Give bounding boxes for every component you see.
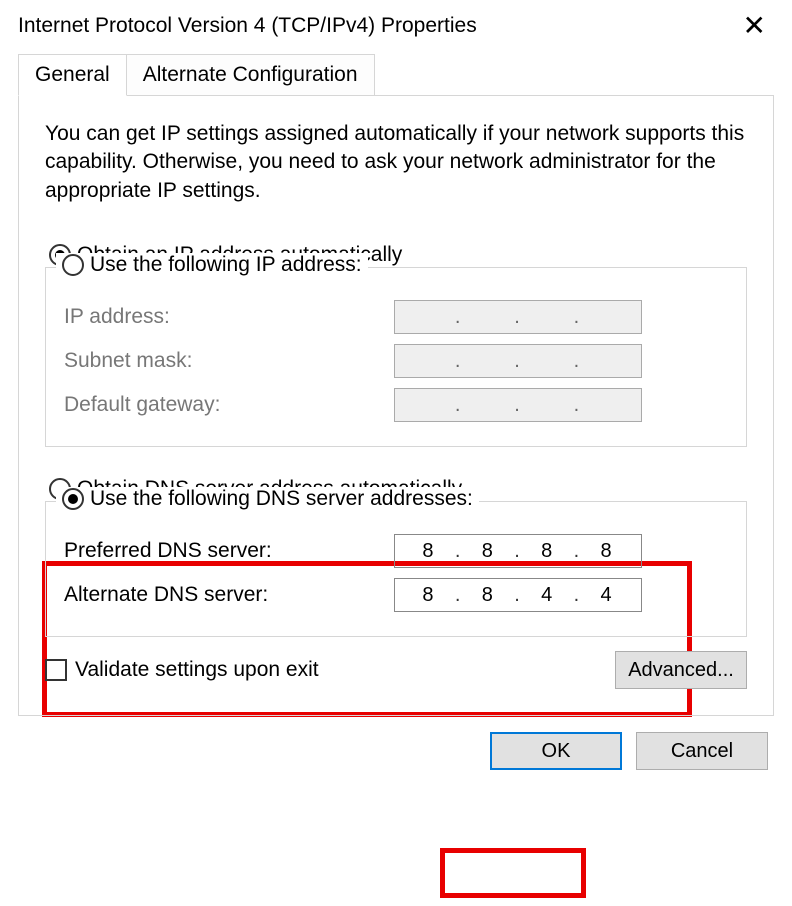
preferred-dns-input[interactable]: 8. 8. 8. 8 bbox=[394, 534, 642, 568]
subnet-mask-label: Subnet mask: bbox=[64, 349, 394, 373]
close-icon[interactable]: ✕ bbox=[731, 8, 778, 44]
advanced-button[interactable]: Advanced... bbox=[615, 651, 747, 689]
dialog-window: Internet Protocol Version 4 (TCP/IPv4) P… bbox=[0, 0, 792, 906]
titlebar: Internet Protocol Version 4 (TCP/IPv4) P… bbox=[0, 0, 792, 54]
dns-fieldset: Use the following DNS server addresses: … bbox=[45, 501, 747, 637]
radio-ip-manual[interactable] bbox=[62, 254, 84, 276]
gateway-label: Default gateway: bbox=[64, 393, 394, 417]
window-title: Internet Protocol Version 4 (TCP/IPv4) P… bbox=[18, 14, 731, 38]
tab-alternate[interactable]: Alternate Configuration bbox=[127, 54, 375, 96]
highlight-ok-button bbox=[440, 848, 586, 898]
tab-general[interactable]: General bbox=[18, 54, 127, 96]
ok-button[interactable]: OK bbox=[490, 732, 622, 770]
subnet-mask-input: ... bbox=[394, 344, 642, 378]
tab-strip: General Alternate Configuration bbox=[18, 54, 774, 96]
ip-fieldset: Use the following IP address: IP address… bbox=[45, 267, 747, 447]
alternate-dns-label: Alternate DNS server: bbox=[64, 583, 394, 607]
validate-label: Validate settings upon exit bbox=[75, 658, 319, 682]
alternate-dns-input[interactable]: 8. 8. 4. 4 bbox=[394, 578, 642, 612]
description-text: You can get IP settings assigned automat… bbox=[45, 120, 747, 205]
dialog-footer: OK Cancel bbox=[0, 716, 792, 770]
tabpanel-general: You can get IP settings assigned automat… bbox=[18, 95, 774, 716]
radio-dns-manual[interactable] bbox=[62, 488, 84, 510]
gateway-input: ... bbox=[394, 388, 642, 422]
preferred-dns-label: Preferred DNS server: bbox=[64, 539, 394, 563]
ip-address-input: ... bbox=[394, 300, 642, 334]
radio-ip-manual-label: Use the following IP address: bbox=[90, 253, 362, 277]
cancel-button[interactable]: Cancel bbox=[636, 732, 768, 770]
radio-dns-manual-label: Use the following DNS server addresses: bbox=[90, 487, 473, 511]
ip-address-label: IP address: bbox=[64, 305, 394, 329]
validate-checkbox[interactable] bbox=[45, 659, 67, 681]
